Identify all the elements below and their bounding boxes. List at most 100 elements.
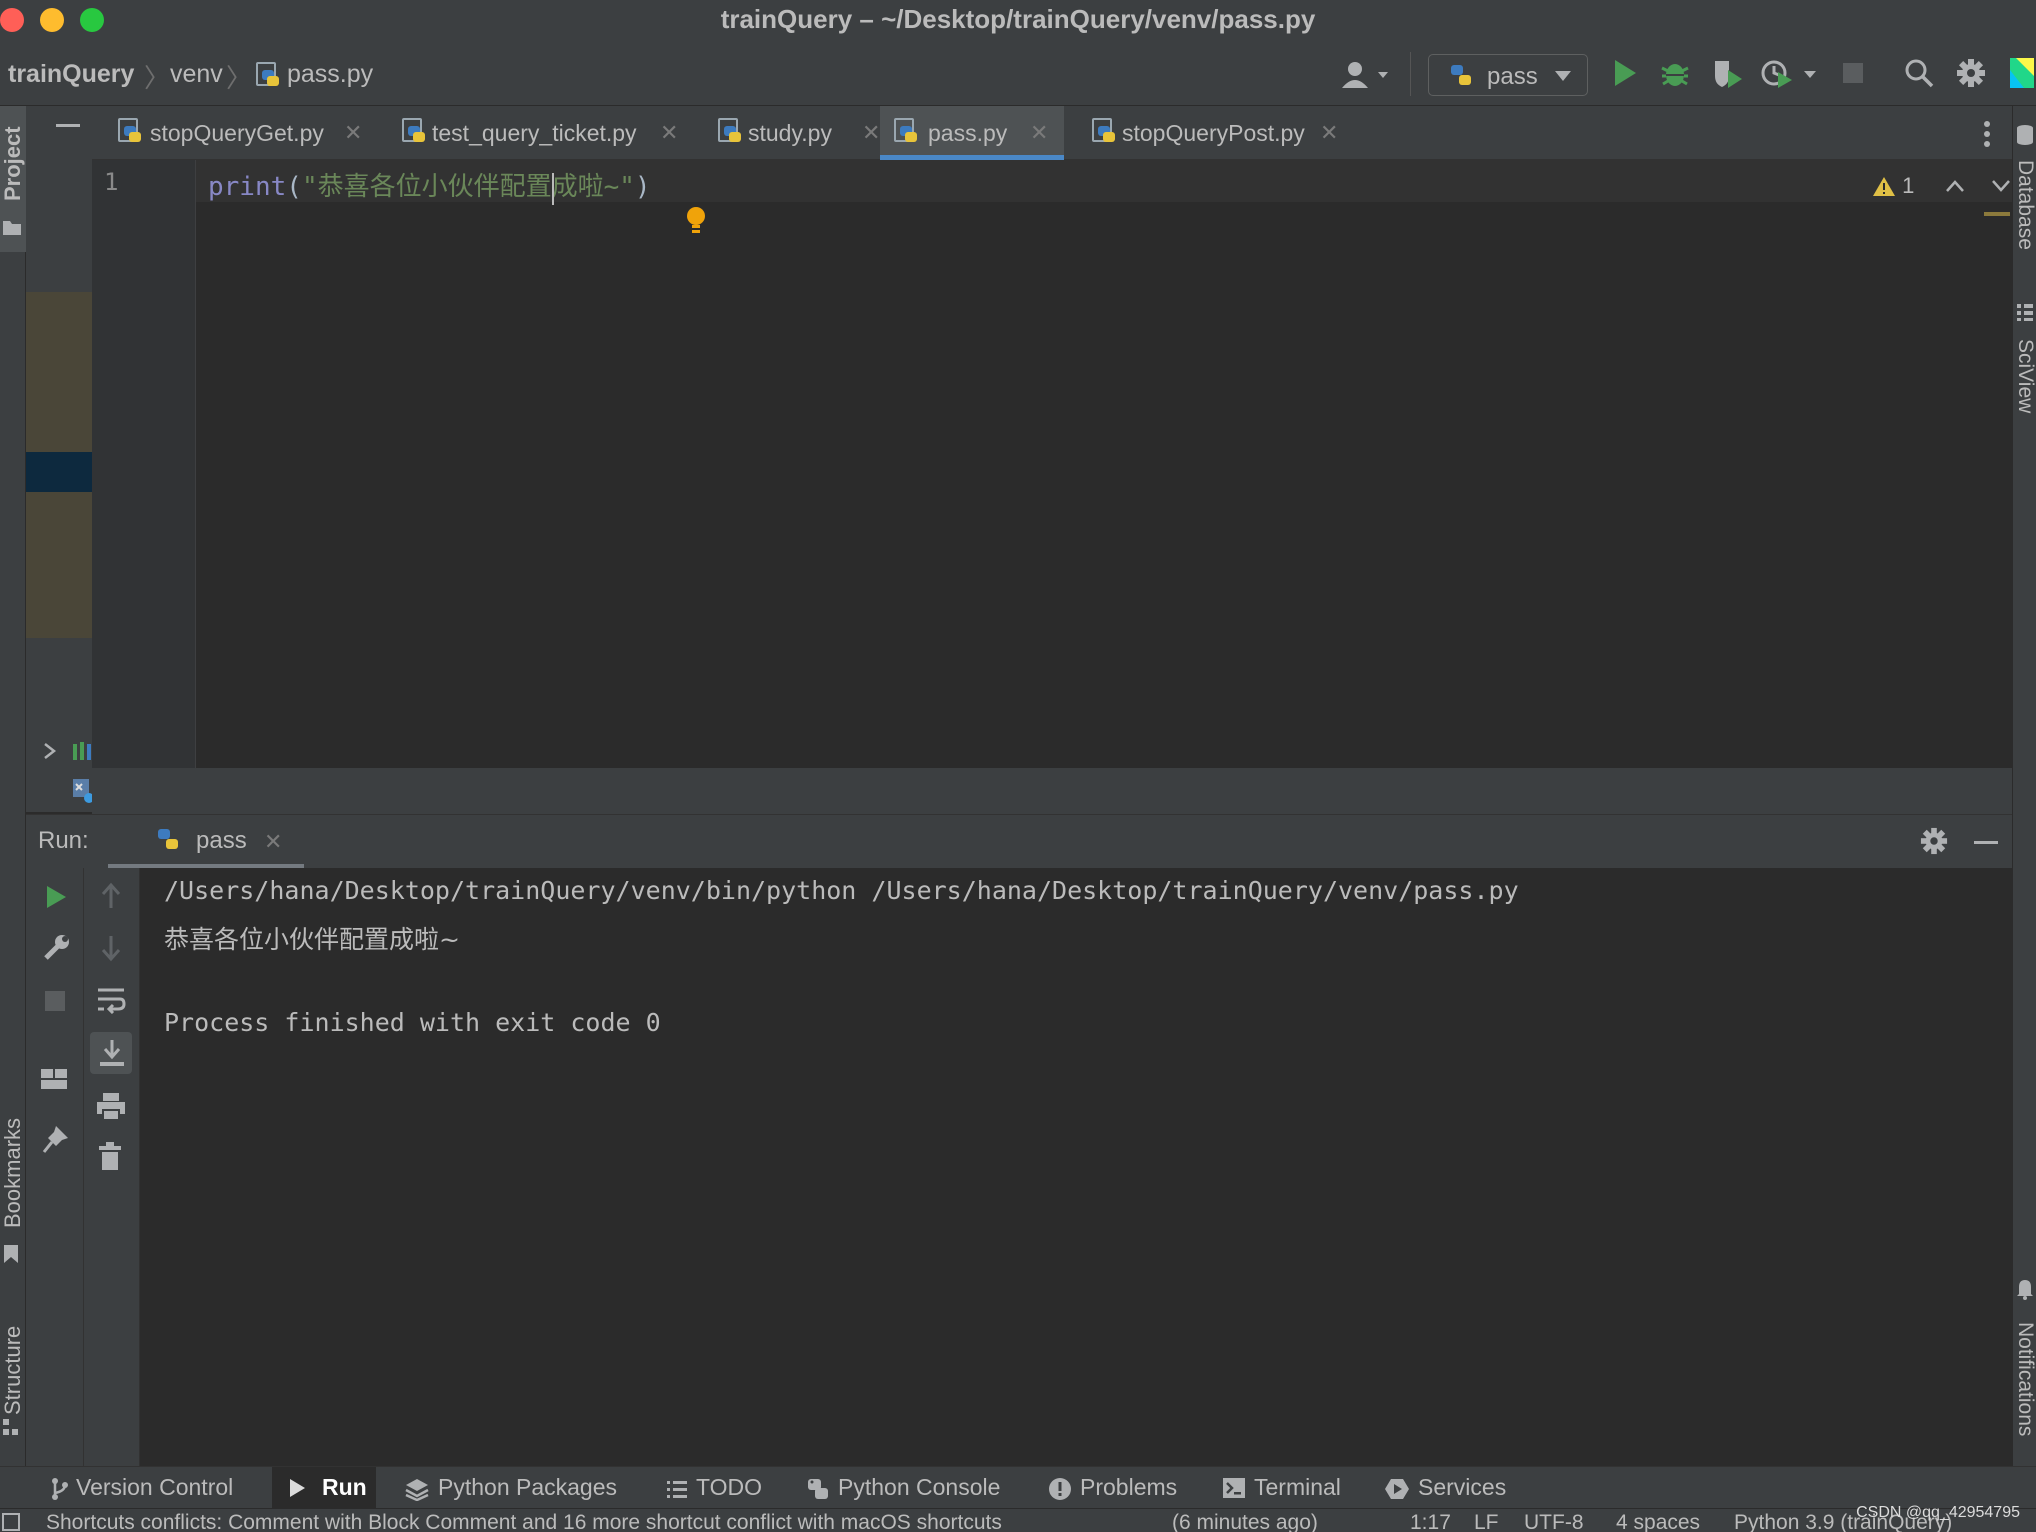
search-icon	[1905, 59, 1934, 88]
tool-windows-toggle-icon[interactable]	[2, 1513, 20, 1531]
run-with-coverage-button[interactable]	[1712, 58, 1744, 88]
tab-label: Python Packages	[438, 1474, 618, 1500]
tab-study[interactable]: study.py ✕	[708, 106, 880, 160]
code-open-paren: (	[286, 172, 302, 202]
close-tab-icon[interactable]: ✕	[660, 120, 678, 146]
tab-python-console[interactable]: Python Console	[800, 1467, 1020, 1509]
arrow-down-icon[interactable]	[100, 934, 122, 962]
wrench-icon[interactable]	[42, 934, 70, 962]
tab-run[interactable]: Run	[272, 1467, 376, 1509]
title-bar: trainQuery – ~/Desktop/trainQuery/venv/p…	[0, 0, 2036, 38]
navigation-bar: trainQuery 〉 venv 〉 pass.py pass	[0, 38, 2036, 106]
trash-icon[interactable]	[98, 1142, 122, 1172]
warning-stripe-marker[interactable]	[1984, 212, 2010, 216]
code-line[interactable]: print("恭喜各位小伙伴配置 成啦~")	[208, 166, 651, 205]
scratches-icon	[73, 779, 94, 803]
arrow-up-icon[interactable]	[100, 882, 122, 910]
tab-problems[interactable]: Problems	[1044, 1467, 1204, 1509]
notifications-tool-tab[interactable]: Notifications	[2013, 1304, 2036, 1454]
profile-button[interactable]	[1760, 58, 1820, 88]
run-button[interactable]	[1612, 58, 1638, 88]
stop-icon[interactable]	[44, 990, 66, 1012]
next-highlight-icon[interactable]	[1991, 179, 2011, 193]
account-button[interactable]	[1340, 60, 1394, 90]
tab-services[interactable]: Services	[1382, 1467, 1532, 1509]
terminal-icon	[1223, 1478, 1245, 1498]
tab-version-control[interactable]: Version Control	[40, 1467, 268, 1509]
chevron-right-icon[interactable]	[42, 742, 58, 760]
run-settings-gear-icon[interactable]	[1920, 827, 1948, 855]
tab-stopquerypost[interactable]: stopQueryPost.py ✕	[1082, 106, 1342, 160]
python-icon	[808, 1479, 828, 1499]
editor-gutter: 1	[92, 160, 196, 768]
problems-icon	[1049, 1478, 1071, 1500]
branch-icon	[52, 1478, 68, 1500]
close-tab-icon[interactable]: ✕	[344, 120, 362, 146]
external-libraries-icon	[73, 742, 91, 760]
right-tool-strip: Database SciView Notifications	[2012, 106, 2036, 1466]
pin-icon[interactable]	[42, 1124, 70, 1154]
tab-python-packages[interactable]: Python Packages	[398, 1467, 630, 1509]
scroll-to-end-button[interactable]	[90, 1032, 132, 1074]
breadcrumb-file[interactable]: pass.py	[254, 60, 373, 89]
lightbulb-icon[interactable]	[684, 206, 708, 236]
layout-icon[interactable]	[40, 1068, 68, 1090]
ide-logo[interactable]	[2008, 56, 2036, 90]
close-tab-icon[interactable]: ✕	[1320, 120, 1338, 146]
settings-button[interactable]	[1956, 58, 1986, 88]
scroll-to-end-icon	[100, 1040, 124, 1066]
stop-button[interactable]	[1842, 62, 1864, 84]
close-tab-icon[interactable]: ✕	[862, 120, 880, 146]
tab-terminal[interactable]: Terminal	[1220, 1467, 1370, 1509]
previous-highlight-icon[interactable]	[1945, 179, 1965, 193]
rerun-icon[interactable]	[44, 884, 68, 910]
project-tool-tab-label: Project	[0, 126, 25, 202]
tab-actions-icon[interactable]	[1982, 120, 1992, 148]
close-tab-icon[interactable]: ✕	[1030, 120, 1048, 146]
inspection-widget[interactable]: 1	[1872, 172, 2011, 199]
run-configuration-label: pass	[1487, 63, 1538, 90]
caret-position[interactable]: 1:17	[1410, 1511, 1451, 1532]
tab-todo[interactable]: TODO	[660, 1467, 784, 1509]
database-tool-tab[interactable]: Database	[2013, 150, 2036, 260]
code-string-part-2: 成啦~"	[551, 172, 635, 202]
console-output[interactable]: /Users/hana/Desktop/trainQuery/venv/bin/…	[140, 868, 2012, 1466]
run-tab-pass[interactable]: pass ✕	[108, 815, 304, 869]
breadcrumb-folder[interactable]: venv	[170, 60, 223, 89]
file-encoding[interactable]: UTF-8	[1524, 1511, 1584, 1532]
tab-stopqueryget[interactable]: stopQueryGet.py ✕	[92, 106, 362, 160]
tab-test-query-ticket[interactable]: test_query_ticket.py ✕	[392, 106, 678, 160]
hide-run-panel-icon[interactable]	[1974, 841, 1998, 844]
services-icon	[1385, 1479, 1409, 1499]
hide-panel-icon[interactable]	[56, 124, 80, 127]
close-run-tab-icon[interactable]: ✕	[264, 829, 282, 855]
bell-icon	[2017, 1280, 2033, 1300]
tab-pass[interactable]: pass.py ✕	[880, 106, 1064, 160]
project-panel	[26, 106, 94, 812]
breadcrumb-separator-icon: 〉	[226, 63, 253, 93]
python-file-icon	[116, 118, 142, 144]
run-configuration-select[interactable]: pass	[1428, 54, 1588, 96]
python-file-icon	[400, 118, 426, 144]
project-tool-tab[interactable]: Project	[0, 106, 26, 252]
run-toolbar-primary	[26, 868, 84, 1466]
bookmarks-tool-tab[interactable]: Bookmarks	[0, 1108, 26, 1238]
status-message[interactable]: Shortcuts conflicts: Comment with Block …	[46, 1511, 1002, 1532]
project-tree-selected-row[interactable]	[26, 452, 92, 492]
code-editor[interactable]: print("恭喜各位小伙伴配置 成啦~") 1	[196, 160, 2012, 768]
console-exit-line: Process finished with exit code 0	[164, 1008, 661, 1037]
soft-wrap-icon[interactable]	[96, 986, 126, 1014]
line-separator[interactable]: LF	[1474, 1511, 1499, 1532]
run-icon	[290, 1479, 305, 1497]
run-tab-label: pass	[196, 827, 247, 854]
print-icon[interactable]	[96, 1092, 126, 1122]
warning-count: 1	[1902, 173, 1915, 199]
debug-button[interactable]	[1660, 58, 1690, 88]
search-everywhere-button[interactable]	[1904, 58, 1934, 88]
tab-label: pass.py	[928, 120, 1008, 146]
sciview-tool-tab[interactable]: SciView	[2013, 328, 2036, 424]
breadcrumb-project[interactable]: trainQuery	[8, 60, 134, 89]
structure-tool-tab[interactable]: Structure	[0, 1310, 26, 1430]
indent-setting[interactable]: 4 spaces	[1616, 1511, 1700, 1532]
toolbar-divider	[1410, 52, 1411, 96]
